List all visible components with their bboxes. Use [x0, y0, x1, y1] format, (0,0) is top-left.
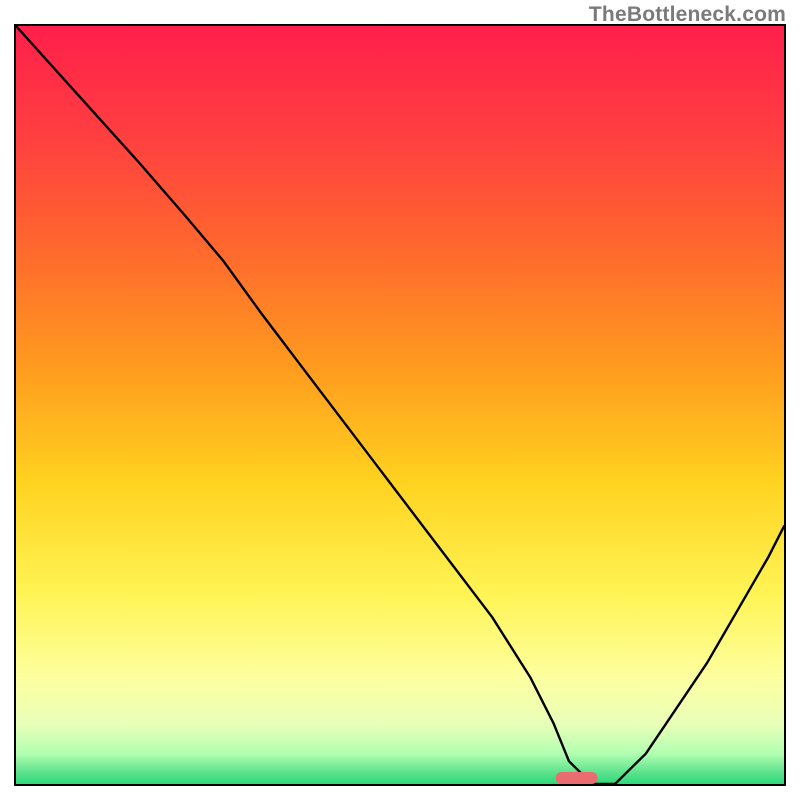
optimum-marker	[556, 772, 598, 784]
chart-background	[16, 26, 784, 784]
chart-plot	[16, 26, 784, 784]
chart-frame	[14, 24, 786, 786]
